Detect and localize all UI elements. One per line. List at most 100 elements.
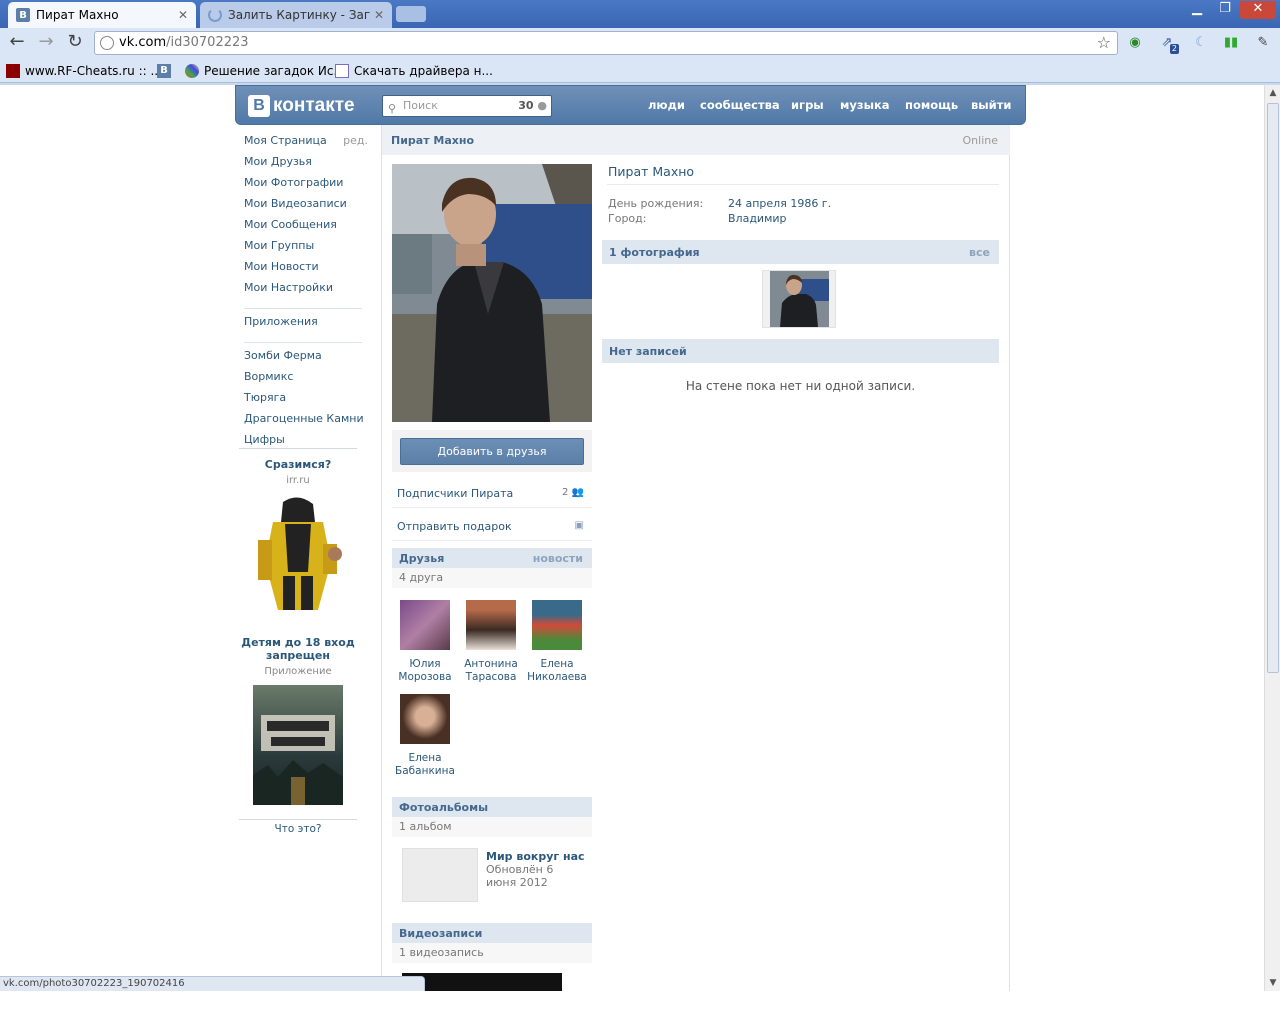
bookmark-item[interactable]: Решение загадок Ис... — [185, 62, 345, 79]
url-path: /id30702223 — [166, 35, 249, 50]
bookmark-star-icon[interactable]: ☆ — [1097, 32, 1111, 54]
friends-news-link[interactable]: новости — [533, 552, 583, 565]
ad-title[interactable]: Сразимся? — [239, 458, 357, 471]
tab-inactive[interactable]: Залить Картинку - Загрузить ✕ — [200, 2, 392, 28]
albums-title[interactable]: Фотоальбомы — [399, 801, 488, 814]
ad-block-1[interactable]: Сразимся? irr.ru — [239, 458, 357, 612]
page-scrollbar[interactable]: ▲ ▼ — [1264, 85, 1280, 991]
photos-header[interactable]: 1 фотография все — [602, 240, 999, 264]
tab-close-icon[interactable]: ✕ — [374, 8, 384, 22]
photos-all-link[interactable]: все — [969, 246, 990, 259]
friend-first-name[interactable]: Елена — [392, 752, 458, 765]
photos-title[interactable]: 1 фотография — [609, 246, 700, 259]
video-thumbnail[interactable] — [402, 973, 562, 991]
nav-people[interactable]: люди — [648, 98, 685, 112]
nav-music[interactable]: музыка — [840, 98, 890, 112]
friend-item[interactable]: Юлия Морозова — [392, 600, 458, 684]
forward-arrow-icon[interactable]: → — [35, 33, 57, 53]
friends-header[interactable]: Друзья новости — [392, 548, 592, 568]
friend-photo[interactable] — [400, 600, 450, 650]
friend-first-name[interactable]: Юлия — [392, 658, 458, 671]
friend-item[interactable]: Елена Николаева — [524, 600, 590, 684]
ad-image-game[interactable] — [253, 685, 343, 805]
app-gems[interactable]: Драгоценные Камни — [244, 413, 368, 434]
menu-my-groups[interactable]: Мои Группы — [244, 240, 368, 261]
friend-last-name[interactable]: Морозова — [392, 671, 458, 684]
album-name[interactable]: Мир вокруг нас — [486, 850, 585, 863]
ad-what-link[interactable]: Что это? — [239, 823, 357, 835]
search-input[interactable]: ⚲ Поиск 30 ● — [382, 95, 552, 117]
new-tab-button[interactable] — [396, 6, 426, 22]
album-thumbnail[interactable] — [402, 848, 478, 902]
restore-button[interactable]: ❐ — [1210, 1, 1240, 19]
wall-title[interactable]: Нет записей — [609, 345, 687, 358]
send-gift-row[interactable]: Отправить подарок ▣ — [392, 511, 592, 541]
bookmark-item[interactable]: www.RF-Cheats.ru :: ... — [6, 62, 162, 79]
tab-active[interactable]: В Пират Махно ✕ — [8, 2, 196, 28]
menu-my-news[interactable]: Мои Новости — [244, 261, 368, 282]
close-window-button[interactable]: ✕ — [1240, 1, 1276, 19]
city-value[interactable]: Владимир — [728, 212, 787, 225]
nav-help[interactable]: помощь — [905, 98, 958, 112]
friend-last-name[interactable]: Николаева — [524, 671, 590, 684]
friend-first-name[interactable]: Антонина — [458, 658, 524, 671]
friend-last-name[interactable]: Тарасова — [458, 671, 524, 684]
friend-photo[interactable] — [532, 600, 582, 650]
edit-link[interactable]: ред. — [343, 135, 368, 147]
scroll-up-arrow-icon[interactable]: ▲ — [1265, 85, 1280, 101]
videos-title[interactable]: Видеозаписи — [399, 927, 482, 940]
bookmark-item[interactable]: В — [157, 62, 176, 79]
send-gift-label[interactable]: Отправить подарок — [397, 520, 512, 533]
ext-share-icon[interactable]: ⇗ 2 — [1158, 34, 1179, 54]
birthday-value[interactable]: 24 апреля 1986 г. — [728, 197, 831, 210]
ad-what-text[interactable]: Что это? — [239, 823, 357, 835]
app-wormix[interactable]: Вормикс — [244, 371, 368, 392]
scrollbar-thumb[interactable] — [1267, 103, 1279, 673]
videos-header[interactable]: Видеозаписи — [392, 923, 592, 943]
nav-communities[interactable]: сообщества — [700, 98, 780, 112]
tab-close-icon[interactable]: ✕ — [178, 8, 188, 22]
app-turyaga[interactable]: Тюряга — [244, 392, 368, 413]
scroll-down-arrow-icon[interactable]: ▼ — [1265, 975, 1280, 991]
ext-moon-icon[interactable]: ☾ — [1192, 34, 1210, 52]
menu-apps[interactable]: Приложения — [244, 316, 368, 337]
ad-title[interactable]: Детям до 18 вход запрещен — [239, 636, 357, 662]
photo-thumbnail[interactable] — [762, 270, 836, 328]
friend-item[interactable]: Антонина Тарасова — [458, 600, 524, 684]
reload-icon[interactable]: ↻ — [64, 33, 86, 53]
nav-games[interactable]: игры — [791, 98, 824, 112]
friend-last-name[interactable]: Бабанкина — [392, 765, 458, 778]
app-zombie-farm[interactable]: Зомби Ферма — [244, 350, 368, 371]
back-arrow-icon[interactable]: ← — [6, 33, 28, 53]
friend-first-name[interactable]: Елена — [524, 658, 590, 671]
menu-my-page[interactable]: Моя Страница ред. — [244, 135, 368, 156]
bookmark-item[interactable]: Скачать драйвера н... — [335, 62, 493, 79]
photo-thumbnail-image[interactable] — [770, 271, 829, 327]
vk-logo[interactable]: В контакте — [248, 94, 355, 118]
nav-logout[interactable]: выйти — [971, 98, 1011, 112]
ad-block-2[interactable]: Детям до 18 вход запрещен Приложение — [239, 636, 357, 805]
menu-my-photos[interactable]: Мои Фотографии — [244, 177, 368, 198]
followers-row[interactable]: Подписчики Пирата 2 👥 — [392, 478, 592, 508]
app-numbers[interactable]: Цифры — [244, 434, 368, 455]
friend-photo[interactable] — [466, 600, 516, 650]
albums-header[interactable]: Фотоальбомы — [392, 797, 592, 817]
friend-item[interactable]: Елена Бабанкина — [392, 694, 458, 778]
ad-image-fighter[interactable] — [253, 492, 343, 612]
wrench-menu-icon[interactable]: ✎ — [1254, 34, 1272, 52]
menu-my-videos[interactable]: Мои Видеозаписи — [244, 198, 368, 219]
address-bar[interactable]: vk.com/id30702223 ☆ — [94, 31, 1118, 55]
ext-q-icon[interactable]: ◉ — [1126, 34, 1144, 52]
ext-signal-icon[interactable]: ▮▮ — [1222, 34, 1240, 52]
menu-my-friends[interactable]: Мои Друзья — [244, 156, 368, 177]
wall-header[interactable]: Нет записей — [602, 339, 999, 363]
friends-title[interactable]: Друзья — [399, 552, 444, 565]
minimize-button[interactable]: ▁ — [1182, 1, 1212, 19]
friend-photo[interactable] — [400, 694, 450, 744]
followers-label[interactable]: Подписчики Пирата — [397, 487, 513, 500]
menu-my-messages[interactable]: Мои Сообщения — [244, 219, 368, 240]
add-friend-button[interactable]: Добавить в друзья — [400, 438, 584, 465]
menu-my-settings[interactable]: Мои Настройки — [244, 282, 368, 303]
profile-avatar[interactable] — [392, 164, 592, 422]
wall-empty-message: На стене пока нет ни одной записи. — [685, 379, 916, 393]
